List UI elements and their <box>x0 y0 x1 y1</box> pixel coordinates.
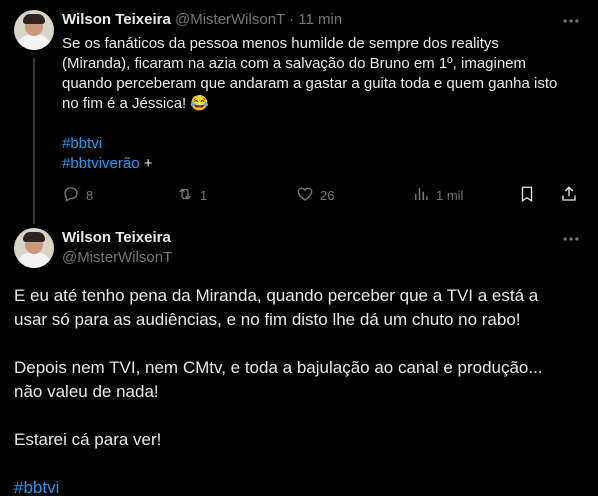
retweet-icon <box>176 185 200 206</box>
more-horizontal-icon[interactable] <box>561 229 581 249</box>
reply-count: 8 <box>86 187 94 203</box>
tweet-text-line: Se os fanáticos da pessoa menos humilde … <box>62 35 499 52</box>
tweet-paragraph: Depois nem TVI, nem CMtv, e toda a bajul… <box>14 356 584 404</box>
share-icon <box>560 185 584 206</box>
heart-icon <box>296 185 320 206</box>
retweet-count: 1 <box>200 187 208 203</box>
tweet-time[interactable]: 11 min <box>298 11 342 28</box>
author-handle[interactable]: @MisterWilsonT <box>62 249 172 266</box>
avatar[interactable] <box>14 10 54 50</box>
tweet-text-line: E eu até tenho pena da Miranda, quando p… <box>14 286 539 305</box>
author-handle[interactable]: @MisterWilsonT <box>175 11 285 28</box>
thread-connector-line <box>33 58 35 224</box>
tweet-text-line: quando perceberam que andaram a gastar a… <box>62 75 558 92</box>
reply-icon <box>62 185 86 206</box>
tweet1-header: Wilson Teixeira @MisterWilsonT · 11 min <box>62 10 342 30</box>
bookmark-icon <box>518 185 542 206</box>
tweet-text-line: (Miranda), ficaram na azia com a salvaçã… <box>62 55 527 72</box>
views-count: 1 mil <box>436 187 464 203</box>
like-button[interactable]: 26 <box>296 184 334 206</box>
author-name[interactable]: Wilson Teixeira <box>62 229 171 246</box>
tweet2-author-name-row: Wilson Teixeira <box>62 228 171 248</box>
tweet-text-line: não valeu de nada! <box>14 382 159 401</box>
hashtag-link[interactable]: #bbtvi <box>14 476 584 496</box>
like-count: 26 <box>320 187 335 203</box>
views-button[interactable]: 1 mil <box>412 184 463 206</box>
tweet1-text: Se os fanáticos da pessoa menos humilde … <box>62 34 584 174</box>
bookmark-button[interactable] <box>518 184 542 206</box>
tweet-text-line: usar só para as audiências, e no fim dis… <box>14 310 521 329</box>
tweet1-actions: 8 1 26 1 mil <box>62 184 582 206</box>
author-name[interactable]: Wilson Teixeira <box>62 11 171 28</box>
tweet-paragraph: E eu até tenho pena da Miranda, quando p… <box>14 284 584 332</box>
share-button[interactable] <box>560 184 584 206</box>
analytics-icon <box>412 185 436 206</box>
hashtag-link[interactable]: #bbtvi <box>62 134 584 154</box>
reply-button[interactable]: 8 <box>62 184 93 206</box>
hashtag-link[interactable]: #bbtviverão <box>62 155 140 172</box>
avatar[interactable] <box>14 228 54 268</box>
separator-dot: · <box>289 11 295 28</box>
tweet-text-line: no fim é a Jéssica! 😂 <box>62 95 210 112</box>
tweet-text-line: Depois nem TVI, nem CMtv, e toda a bajul… <box>14 358 543 377</box>
hashtag-suffix: + <box>139 155 153 172</box>
tweet-paragraph: Estarei cá para ver! <box>14 430 162 449</box>
retweet-button[interactable]: 1 <box>176 184 207 206</box>
tweet2-handle-row: @MisterWilsonT <box>62 248 172 268</box>
tweet2-text: E eu até tenho pena da Miranda, quando p… <box>14 284 584 496</box>
more-horizontal-icon[interactable] <box>561 11 581 31</box>
